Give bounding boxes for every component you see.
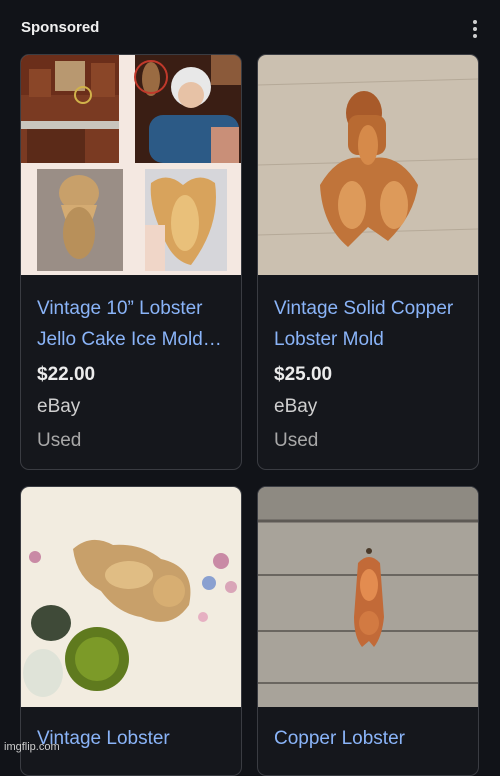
product-image[interactable] — [258, 487, 478, 707]
product-card[interactable]: Vintage Solid Copper Lobster Mold $25.00… — [257, 54, 479, 470]
product-title[interactable]: Copper Lobster — [274, 723, 470, 754]
product-image[interactable] — [258, 55, 478, 275]
sponsored-label: Sponsored — [21, 19, 100, 36]
product-title[interactable]: Vintage Solid Copper Lobster Mold — [274, 293, 470, 355]
product-image[interactable] — [21, 55, 241, 275]
product-card[interactable]: Vintage Lobster — [20, 486, 242, 776]
product-price: $25.00 — [274, 364, 333, 385]
product-image[interactable] — [21, 487, 241, 707]
product-seller: eBay — [274, 396, 318, 417]
product-price: $22.00 — [37, 364, 96, 385]
more-options-icon[interactable] — [468, 20, 482, 40]
product-condition: Used — [37, 430, 82, 451]
product-title[interactable]: Vintage 10” Lobster Jello Cake Ice Mold … — [37, 293, 233, 355]
sponsored-header: Sponsored — [0, 0, 500, 56]
product-card[interactable]: Copper Lobster — [257, 486, 479, 776]
product-card[interactable]: Vintage 10” Lobster Jello Cake Ice Mold … — [20, 54, 242, 470]
product-seller: eBay — [37, 396, 81, 417]
product-title[interactable]: Vintage Lobster — [37, 723, 233, 754]
imgflip-watermark: imgflip.com — [4, 741, 60, 753]
product-condition: Used — [274, 430, 319, 451]
